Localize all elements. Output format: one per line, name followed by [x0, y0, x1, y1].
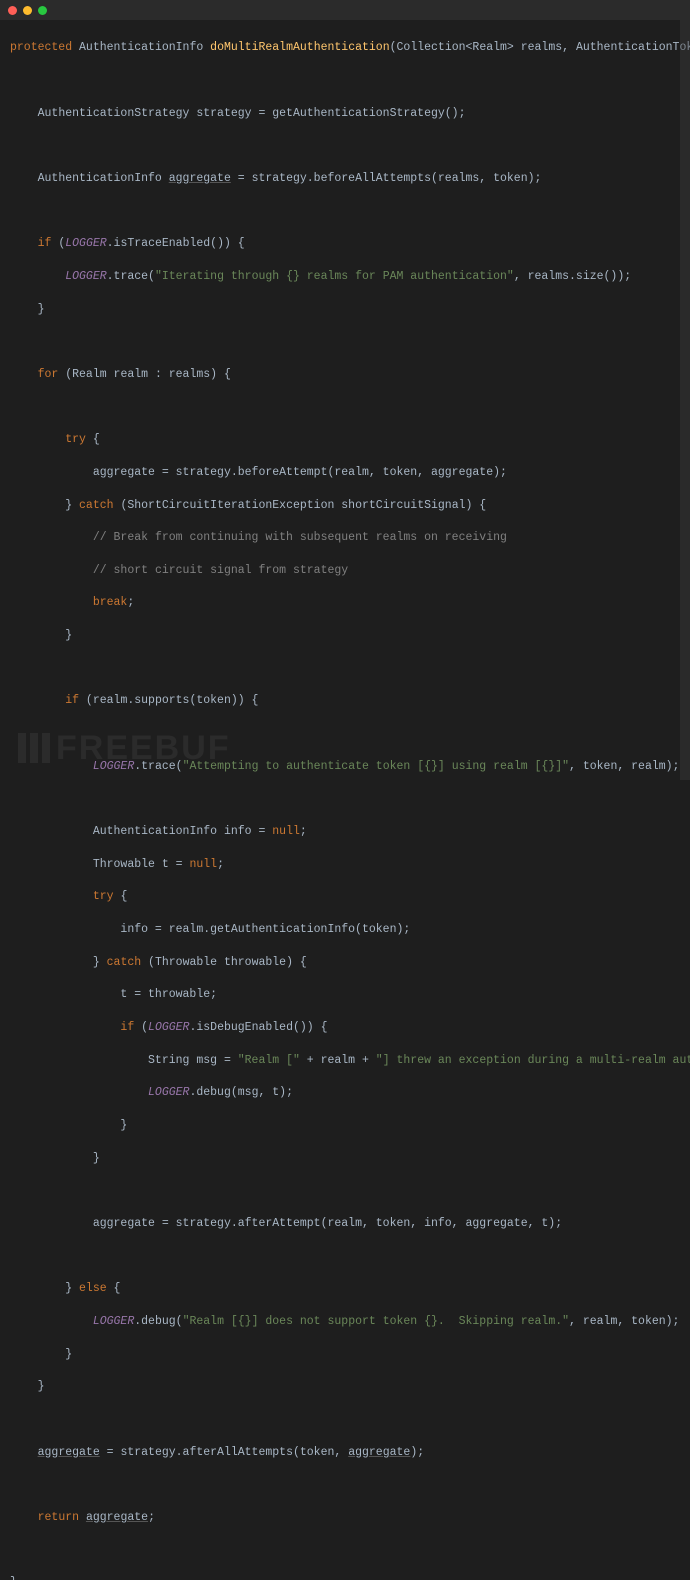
code-line: break; — [10, 595, 680, 611]
code-line: t = throwable; — [10, 987, 680, 1003]
keyword-try: try — [65, 433, 86, 446]
keyword-for: for — [38, 368, 59, 381]
string-literal: "Attempting to authenticate token [{}] u… — [183, 760, 569, 773]
code-line: } — [10, 1379, 680, 1395]
string-literal: "Realm [{}] does not support token {}. S… — [183, 1315, 569, 1328]
keyword-null: null — [272, 825, 300, 838]
window-titlebar — [0, 0, 690, 20]
code-line: LOGGER.debug("Realm [{}] does not suppor… — [10, 1314, 680, 1330]
string-literal: "Iterating through {} realms for PAM aut… — [155, 270, 514, 283]
variable-aggregate: aggregate — [86, 1511, 148, 1524]
code-line: LOGGER.trace("Attempting to authenticate… — [10, 759, 680, 775]
variable-aggregate: aggregate — [348, 1446, 410, 1459]
variable-aggregate: aggregate — [169, 172, 231, 185]
field-logger: LOGGER — [148, 1021, 189, 1034]
code-line: if (LOGGER.isDebugEnabled()) { — [10, 1020, 680, 1036]
zoom-icon[interactable] — [38, 6, 47, 15]
keyword-return: return — [38, 1511, 79, 1524]
code-line: if (realm.supports(token)) { — [10, 693, 680, 709]
code-line: if (LOGGER.isTraceEnabled()) { — [10, 236, 680, 252]
field-logger: LOGGER — [65, 270, 106, 283]
code-line: AuthenticationStrategy strategy = getAut… — [10, 106, 680, 122]
code-line: } catch (Throwable throwable) { — [10, 955, 680, 971]
code-line: aggregate = strategy.afterAllAttempts(to… — [10, 1445, 680, 1461]
code-line: aggregate = strategy.beforeAttempt(realm… — [10, 465, 680, 481]
code-line: try { — [10, 889, 680, 905]
comment: // Break from continuing with subsequent… — [93, 531, 507, 544]
comment: // short circuit signal from strategy — [93, 564, 348, 577]
code-line: // short circuit signal from strategy — [10, 563, 680, 579]
code-line: try { — [10, 432, 680, 448]
statement: AuthenticationStrategy strategy = getAut… — [38, 107, 466, 120]
return-type: AuthenticationInfo — [79, 41, 203, 54]
keyword-if: if — [120, 1021, 134, 1034]
close-icon[interactable] — [8, 6, 17, 15]
code-line: Throwable t = null; — [10, 857, 680, 873]
code-line: protected AuthenticationInfo doMultiReal… — [10, 40, 680, 56]
code-line: } — [10, 628, 680, 644]
keyword-break: break — [93, 596, 128, 609]
code-line: } catch (ShortCircuitIterationException … — [10, 498, 680, 514]
minimize-icon[interactable] — [23, 6, 32, 15]
keyword-if: if — [38, 237, 52, 250]
keyword-protected: protected — [10, 41, 72, 54]
variable-aggregate: aggregate — [38, 1446, 100, 1459]
field-logger: LOGGER — [148, 1086, 189, 1099]
code-line: info = realm.getAuthenticationInfo(token… — [10, 922, 680, 938]
method-name: doMultiRealmAuthentication — [210, 41, 389, 54]
keyword-null: null — [189, 858, 217, 871]
code-line: aggregate = strategy.afterAttempt(realm,… — [10, 1216, 680, 1232]
string-literal: "] threw an exception during a multi-rea… — [376, 1054, 690, 1067]
keyword-else: else — [79, 1282, 107, 1295]
field-logger: LOGGER — [65, 237, 106, 250]
code-line: } — [10, 1118, 680, 1134]
code-line: AuthenticationInfo aggregate = strategy.… — [10, 171, 680, 187]
code-line: // Break from continuing with subsequent… — [10, 530, 680, 546]
code-line: } — [10, 1347, 680, 1363]
code-line: } — [10, 1151, 680, 1167]
method-params: (Collection<Realm> realms, Authenticatio… — [390, 41, 690, 54]
keyword-if: if — [65, 694, 79, 707]
field-logger: LOGGER — [93, 1315, 134, 1328]
field-logger: LOGGER — [93, 760, 134, 773]
code-line: } — [10, 302, 680, 318]
string-literal: "Realm [" — [238, 1054, 300, 1067]
code-line: } — [10, 1575, 680, 1580]
code-line: LOGGER.debug(msg, t); — [10, 1085, 680, 1101]
code-line: AuthenticationInfo info = null; — [10, 824, 680, 840]
keyword-catch: catch — [79, 499, 114, 512]
keyword-catch: catch — [107, 956, 142, 969]
code-line: return aggregate; — [10, 1510, 680, 1526]
keyword-try: try — [93, 890, 114, 903]
code-line: LOGGER.trace("Iterating through {} realm… — [10, 269, 680, 285]
code-line: } else { — [10, 1281, 680, 1297]
scrollbar-track[interactable] — [680, 20, 690, 780]
code-line: for (Realm realm : realms) { — [10, 367, 680, 383]
code-editor: protected AuthenticationInfo doMultiReal… — [0, 20, 690, 1580]
code-line: String msg = "Realm [" + realm + "] thre… — [10, 1053, 680, 1069]
